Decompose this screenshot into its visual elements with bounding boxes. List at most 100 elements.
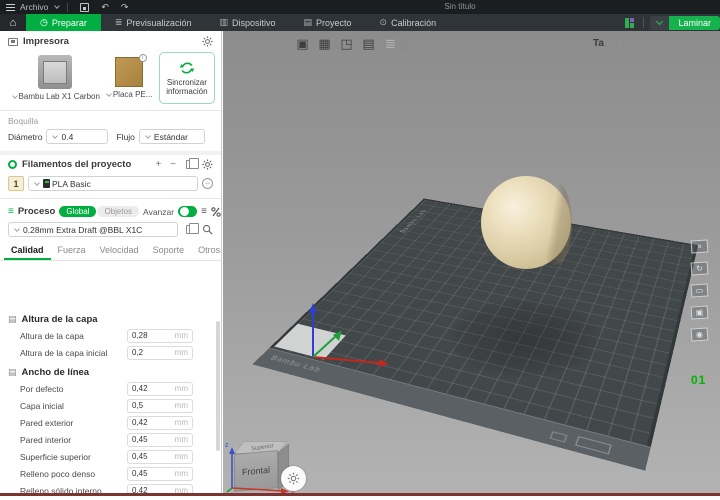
printer-settings-gear-icon[interactable]	[202, 36, 213, 47]
chevron-down-icon	[53, 133, 59, 139]
scrollbar-thumb[interactable]	[216, 321, 220, 451]
filament-sync-icon[interactable]	[186, 160, 194, 169]
param-unit: mm	[175, 384, 188, 393]
parameter-list: ▤Altura de la capaAltura de la capa0,28m…	[0, 308, 221, 493]
param-label: Superficie superior	[20, 452, 91, 462]
topright-controls: Laminar	[625, 14, 720, 31]
plate-tile[interactable]: i Placa PE...	[105, 52, 153, 99]
hamburger-menu-icon[interactable]	[6, 4, 15, 11]
param-input[interactable]: 0,45mm	[127, 450, 193, 464]
process-tab-otros[interactable]: Otros	[191, 241, 222, 260]
process-preset-select[interactable]: 0.28mm Extra Draft @BBL X1C	[8, 222, 178, 237]
filament-select[interactable]: PLA Basic	[28, 176, 198, 191]
advanced-toggle[interactable]	[178, 206, 197, 217]
process-tab-velocidad[interactable]: Velocidad	[93, 241, 146, 260]
filament-slot-number[interactable]: 1	[8, 176, 24, 191]
param-label: Relleno sólido interno	[20, 486, 102, 494]
param-value: 0,45	[132, 469, 148, 478]
flow-label: Flujo	[116, 132, 134, 142]
param-row: Relleno sólido interno 0,42mm	[0, 482, 221, 493]
compare-presets-icon[interactable]	[211, 207, 221, 217]
process-layers-icon: ≡	[8, 206, 14, 217]
param-input[interactable]: 0,42mm	[127, 416, 193, 430]
viewport-3d[interactable]: ▣▦◳▤≣+↻◱◺◫▥✎▨Ta▮◇▢▤◍ Bambu Lab Bambu Lab…	[223, 31, 720, 493]
param-unit: mm	[175, 331, 188, 340]
preset-row: 0.28mm Extra Draft @BBL X1C	[0, 220, 221, 241]
param-value: 0,28	[132, 331, 148, 340]
chevron-down-icon[interactable]	[55, 3, 61, 9]
process-preset-name: 0.28mm Extra Draft @BBL X1C	[23, 225, 142, 235]
plate-delete-icon[interactable]: ×	[691, 239, 709, 253]
process-tab-fuerza[interactable]: Fuerza	[51, 241, 93, 260]
plugin-icon[interactable]	[625, 18, 635, 28]
divider	[643, 17, 644, 28]
tab-previsualización[interactable]: ≣Previsualización	[101, 14, 206, 31]
printer-section-header: Impresora	[0, 31, 221, 50]
diameter-select[interactable]: 0.4	[46, 129, 108, 144]
param-input[interactable]: 0,42mm	[127, 382, 193, 396]
chevron-down-icon	[14, 226, 20, 232]
sync-info-button[interactable]: Sincronizar información	[159, 52, 215, 104]
param-row: Altura de la capa0,28mm	[0, 327, 221, 344]
plate-sync-icon[interactable]: ↻	[691, 261, 709, 275]
param-label: Por defecto	[20, 384, 63, 394]
slice-button[interactable]: Laminar	[669, 16, 720, 30]
printer-icon	[8, 38, 18, 46]
tab-calibración[interactable]: ⊙Calibración	[366, 14, 451, 31]
filament-spool-icon	[43, 179, 50, 188]
param-unit: mm	[175, 435, 188, 444]
param-value: 0,45	[132, 435, 148, 444]
viewport-settings-button[interactable]	[281, 466, 306, 491]
device-icon: ▥	[219, 17, 228, 28]
printer-tile[interactable]: Bambu Lab X1 Carbon	[6, 52, 105, 101]
tab-dispositivo[interactable]: ▥Dispositivo	[205, 14, 289, 31]
divider	[67, 3, 68, 12]
home-icon[interactable]: ⌂	[0, 14, 26, 31]
scope-objects-pill[interactable]: Objetos	[97, 206, 139, 217]
tab-proyecto[interactable]: ▤ Proyecto	[289, 14, 365, 31]
param-input[interactable]: 0,45 mm	[127, 433, 193, 447]
model-object-sphere[interactable]	[481, 176, 571, 269]
filaments-title: Filamentos del proyecto	[22, 159, 131, 170]
search-icon[interactable]	[202, 224, 213, 235]
machine-row: Bambu Lab X1 Carbon i Placa PE... Sincro…	[0, 50, 221, 108]
process-tab-soporte[interactable]: Soporte	[146, 241, 192, 260]
undo-icon[interactable]: ↶	[95, 2, 115, 13]
plate-rename-icon[interactable]: ▭	[691, 283, 709, 297]
prepare-clock-icon: ◷	[40, 17, 48, 28]
slice-group: Laminar	[650, 16, 720, 30]
remove-filament-circle-icon[interactable]: −	[202, 178, 213, 189]
section-title: Altura de la capa	[22, 314, 98, 325]
param-input[interactable]: 0,28 mm	[127, 329, 193, 343]
scope-global-pill[interactable]: Global	[59, 206, 96, 217]
bottom-accent-line	[0, 493, 720, 496]
info-icon[interactable]: i	[139, 54, 147, 62]
param-input[interactable]: 0,2mm	[127, 346, 193, 360]
chevron-down-icon	[656, 18, 663, 25]
project-icon: ▤	[303, 17, 312, 28]
remove-filament-icon[interactable]: −	[168, 159, 178, 170]
process-tab-calidad[interactable]: Calidad	[4, 241, 51, 260]
param-value: 0,42	[132, 418, 148, 427]
plate-visibility-icon[interactable]: ◉	[691, 327, 709, 341]
redo-icon[interactable]: ↷	[115, 2, 135, 13]
file-menu[interactable]: Archivo	[15, 0, 53, 14]
tab-preparar[interactable]: ◷Preparar	[26, 14, 101, 31]
add-filament-icon[interactable]: +	[153, 159, 163, 170]
process-section-header: ≡ Proceso Global Objetos Avanzar ≡	[0, 201, 221, 220]
save-icon[interactable]	[80, 3, 89, 12]
chevron-down-icon	[145, 133, 151, 139]
tab-label: Proyecto	[316, 18, 352, 28]
plate-type: Placa PE...	[113, 90, 153, 99]
param-input[interactable]: 0,42mm	[127, 484, 193, 494]
param-input[interactable]: 0,5mm	[127, 399, 193, 413]
plate-lock-icon[interactable]: ▣	[691, 305, 709, 319]
cube-front-face[interactable]: Frontal	[234, 450, 278, 492]
filament-settings-gear-icon[interactable]	[202, 159, 213, 170]
param-input[interactable]: 0,45mm	[127, 467, 193, 481]
preset-list-icon[interactable]: ≡	[201, 206, 207, 217]
param-unit: mm	[175, 452, 188, 461]
flow-select[interactable]: Estándar	[139, 129, 205, 144]
save-preset-icon[interactable]	[186, 225, 194, 234]
slice-dropdown-button[interactable]	[650, 16, 669, 30]
